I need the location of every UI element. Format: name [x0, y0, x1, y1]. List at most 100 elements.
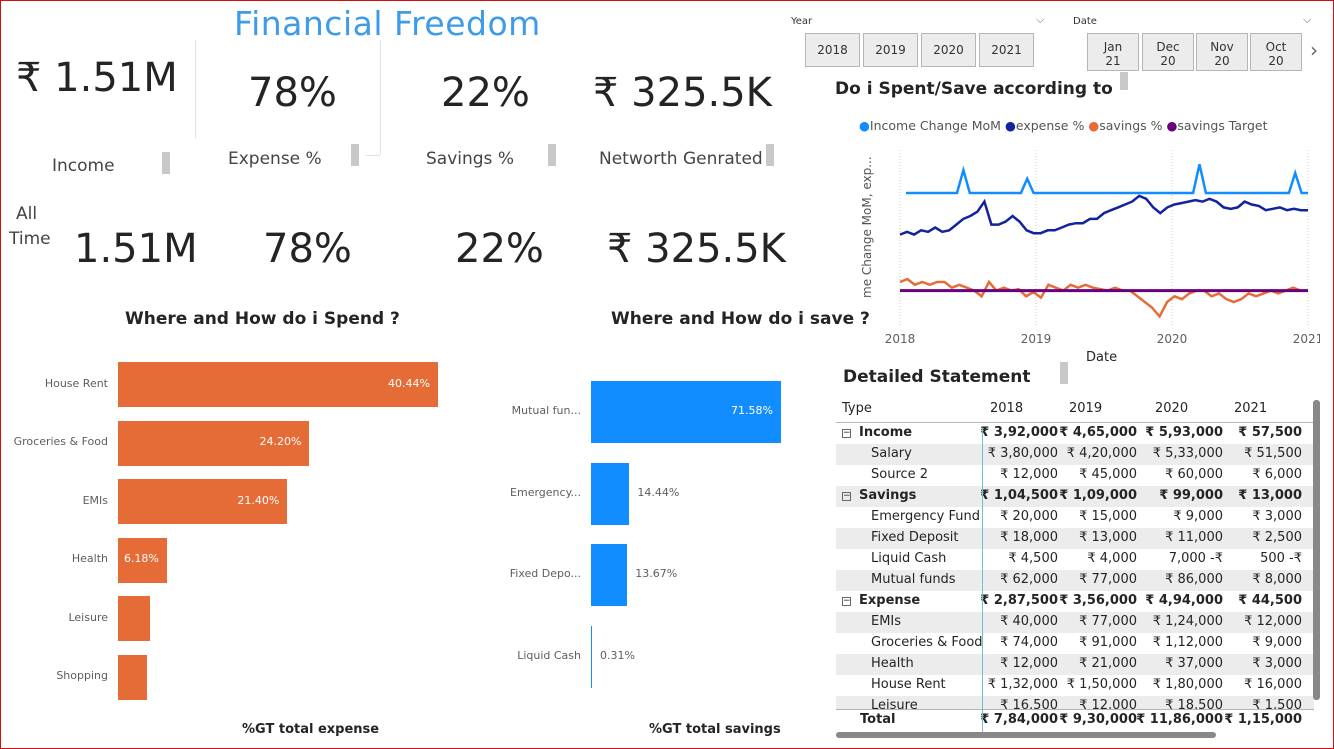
card-tab[interactable] — [766, 144, 774, 166]
vertical-scrollbar[interactable] — [1313, 400, 1320, 700]
value-cell: ₹ 1,04,500 — [980, 488, 1058, 503]
line-legend: ●Income Change MoM ●expense % ●savings %… — [859, 118, 1267, 133]
legend-dot-icon: ● — [1004, 118, 1016, 133]
header-2019[interactable]: 2019 — [1069, 401, 1102, 416]
year-option-2018[interactable]: 2018 — [805, 33, 860, 67]
value-cell: ₹ 12,000 — [1079, 698, 1137, 709]
header-2018[interactable]: 2018 — [990, 401, 1023, 416]
date-option-month: Oct — [1265, 40, 1287, 54]
table-body[interactable]: − Income ₹ 3,92,000 ₹ 4,65,000 ₹ 5,93,000 ₹ 5… — [836, 423, 1314, 709]
value-cell: ₹ 3,000 — [1252, 656, 1302, 671]
all-time-label-line1: All — [16, 204, 38, 224]
networth-kpi-value: ₹ 325.5K — [593, 70, 772, 116]
chevron-down-icon[interactable]: ⌵ — [1036, 13, 1044, 27]
row-label-cell: Leisure — [871, 698, 918, 709]
value-cell: ₹ 1,09,000 — [1059, 488, 1137, 503]
year-option-2020[interactable]: 2020 — [921, 33, 976, 67]
year-slicer-title: Year — [791, 16, 813, 27]
bar[interactable] — [118, 654, 148, 700]
horizontal-scrollbar[interactable] — [836, 732, 1216, 738]
bar[interactable] — [591, 625, 592, 688]
value-cell: ₹ 8,000 — [1252, 572, 1302, 587]
header-2021[interactable]: 2021 — [1234, 401, 1267, 416]
series-line[interactable] — [906, 164, 1308, 195]
value-cell: ₹ 18,500 — [1165, 698, 1223, 709]
card-tab[interactable] — [351, 144, 359, 166]
date-option[interactable]: Dec 20 — [1142, 33, 1194, 71]
table-row[interactable]: EMIs ₹ 40,000 ₹ 77,000 ₹ 1,24,000 ₹ 12,000 — [836, 612, 1314, 633]
value-cell: 500 -₹ — [1260, 551, 1302, 566]
date-option[interactable]: Nov 20 — [1196, 33, 1248, 71]
all-time-label-line2: Time — [9, 229, 51, 249]
legend-dot-icon: ● — [859, 118, 870, 133]
table-row[interactable]: Liquid Cash ₹ 4,500 ₹ 4,000 7,000 -₹ 500 -₹ — [836, 549, 1314, 570]
all-time-expense: 78% — [263, 226, 352, 272]
x-tick-label: 2018 — [885, 332, 916, 346]
networth-kpi-label: Networth Genrated — [599, 149, 763, 169]
savings-kpi-label: Savings % — [426, 149, 514, 169]
header-type[interactable]: Type — [842, 401, 872, 416]
value-cell: ₹ 4,65,000 — [1059, 425, 1137, 440]
collapse-icon[interactable]: − — [842, 492, 851, 501]
x-tick-label: 2020 — [1157, 332, 1188, 346]
value-cell: ₹ 37,000 — [1165, 656, 1223, 671]
legend-item: savings % — [1099, 118, 1163, 133]
table-row[interactable]: Leisure ₹ 16,500 ₹ 12,000 ₹ 18,500 ₹ 1,500 — [836, 696, 1314, 709]
value-cell: ₹ 1,500 — [1252, 698, 1302, 709]
group-row[interactable]: − Savings ₹ 1,04,500 ₹ 1,09,000 ₹ 99,000 ₹ 13… — [836, 486, 1314, 507]
group-label: Income — [859, 425, 913, 440]
next-arrow-icon[interactable]: › — [1310, 38, 1318, 62]
bar[interactable] — [118, 596, 151, 641]
legend-dot-icon: ● — [1166, 118, 1178, 133]
collapse-icon[interactable]: − — [842, 429, 851, 438]
card-tab[interactable] — [1060, 362, 1068, 384]
header-2020[interactable]: 2020 — [1155, 401, 1188, 416]
value-cell: ₹ 5,33,000 — [1152, 446, 1223, 461]
card-tab[interactable] — [1120, 72, 1128, 90]
row-label-cell: Fixed Deposit — [871, 530, 959, 545]
table-row[interactable]: Fixed Deposit ₹ 18,000 ₹ 13,000 ₹ 11,000 ₹ 2… — [836, 528, 1314, 549]
column-divider — [982, 428, 983, 734]
table-row[interactable]: Mutual funds ₹ 62,000 ₹ 77,000 ₹ 86,000 ₹ 8,… — [836, 570, 1314, 591]
income-kpi-value: ₹ 1.51M — [16, 55, 178, 101]
save-bar-chart: Mutual fun... 71.58% Emergency... 14.44% Fix… — [480, 370, 820, 710]
group-row[interactable]: − Income ₹ 3,92,000 ₹ 4,65,000 ₹ 5,93,000 ₹ 5… — [836, 423, 1314, 444]
year-option-2021[interactable]: 2021 — [979, 33, 1034, 67]
bar-category-label: Health — [71, 552, 108, 565]
table-row[interactable]: Groceries & Food ₹ 74,000 ₹ 91,000 ₹ 1,12,0… — [836, 633, 1314, 654]
value-cell: ₹ 1,80,000 — [1152, 677, 1223, 692]
table-row[interactable]: Source 2 ₹ 12,000 ₹ 45,000 ₹ 60,000 ₹ 6,000 — [836, 465, 1314, 486]
series-line[interactable] — [899, 277, 1308, 319]
table-row[interactable]: Emergency Fund ₹ 20,000 ₹ 15,000 ₹ 9,000 ₹ 3… — [836, 507, 1314, 528]
year-option-2019[interactable]: 2019 — [863, 33, 918, 67]
line-chart-title: Do i Spent/Save according to — [835, 79, 1113, 99]
row-label-cell: Mutual funds — [871, 572, 956, 587]
series-line[interactable] — [899, 194, 1308, 236]
table-row[interactable]: Health ₹ 12,000 ₹ 21,000 ₹ 37,000 ₹ 3,000 — [836, 654, 1314, 675]
bar[interactable] — [591, 544, 628, 606]
value-cell: ₹ 9,000 — [1252, 635, 1302, 650]
line-chart-x-label: Date — [1086, 350, 1118, 365]
card-tab[interactable] — [162, 152, 170, 174]
value-cell: ₹ 16,500 — [1000, 698, 1058, 709]
value-cell: ₹ 9,000 — [1173, 509, 1223, 524]
date-option-year: 21 — [1105, 54, 1121, 68]
table-row[interactable]: Salary ₹ 3,80,000 ₹ 4,20,000 ₹ 5,33,000 ₹ 51… — [836, 444, 1314, 465]
group-row[interactable]: − Expense ₹ 2,87,500 ₹ 3,56,000 ₹ 4,94,000 ₹ … — [836, 591, 1314, 612]
collapse-icon[interactable]: − — [842, 597, 851, 606]
value-cell: ₹ 44,500 — [1238, 593, 1302, 608]
value-cell: ₹ 99,000 — [1159, 488, 1223, 503]
value-cell: ₹ 5,93,000 — [1145, 425, 1223, 440]
table-row[interactable]: House Rent ₹ 1,32,000 ₹ 1,50,000 ₹ 1,80,000… — [836, 675, 1314, 696]
value-cell: ₹ 6,000 — [1252, 467, 1302, 482]
value-cell: ₹ 45,000 — [1079, 467, 1137, 482]
bar-category-label: Mutual fun... — [511, 404, 581, 417]
date-option[interactable]: Jan 21 — [1087, 33, 1139, 71]
bar-category-label: Fixed Depo... — [509, 567, 581, 580]
value-cell: 7,000 -₹ — [1168, 551, 1223, 566]
chevron-down-icon[interactable]: ⌵ — [1303, 13, 1311, 27]
date-option[interactable]: Oct 20 — [1250, 33, 1302, 71]
card-tab[interactable] — [548, 144, 556, 166]
bar[interactable] — [591, 462, 630, 525]
statement-table: Type 2018 2019 2020 2021 − Income ₹ 3,92,0… — [836, 396, 1314, 730]
